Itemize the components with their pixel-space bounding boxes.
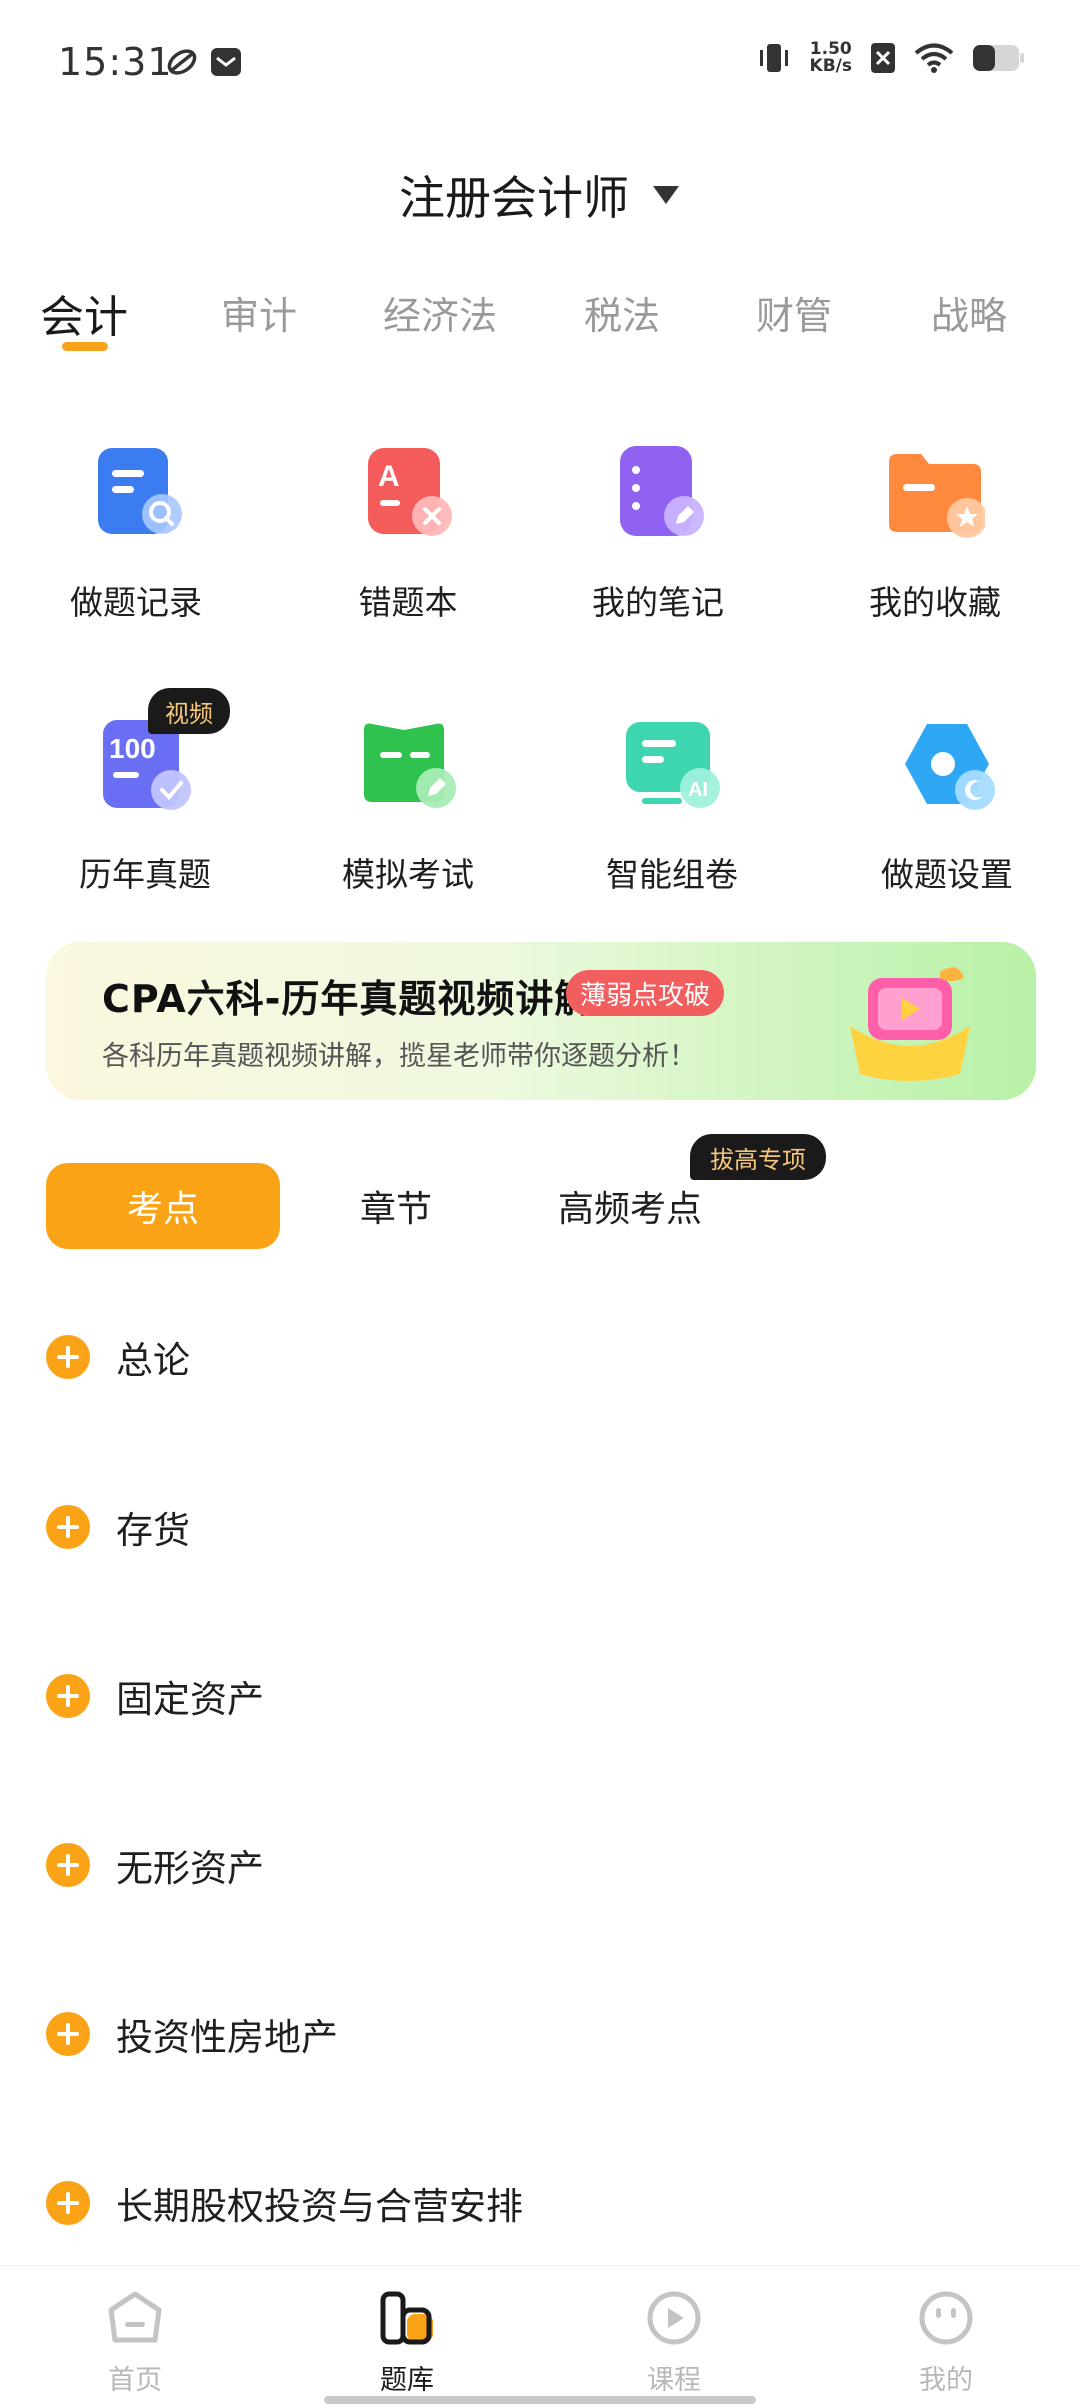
nav-label: 题库 [380, 2365, 434, 2396]
active-tab-indicator [62, 342, 108, 351]
wifi-icon [914, 43, 954, 73]
nav-label: 首页 [108, 2365, 162, 2396]
home-indicator[interactable] [324, 2396, 756, 2404]
tab-strategy[interactable]: 战略 [931, 285, 1007, 340]
vibrate-icon [759, 44, 788, 72]
feature-past-exams[interactable]: 100 历年真题 [30, 716, 260, 896]
profile-icon [919, 2291, 973, 2345]
segment-tab-chapters[interactable]: 章节 [316, 1163, 476, 1249]
feature-label: 历年真题 [79, 855, 211, 894]
tab-tax-law[interactable]: 税法 [584, 285, 660, 340]
advanced-badge: 拔高专项 [690, 1134, 826, 1180]
network-speed: 1.50 KB/s [809, 39, 852, 76]
nav-question-bank[interactable]: 题库 [337, 2288, 477, 2397]
page-title: 注册会计师 [399, 171, 629, 225]
list-item[interactable]: 存货 [46, 1477, 1036, 1577]
list-item[interactable]: 长期股权投资与合营安排 [46, 2153, 1036, 2253]
tab-economic-law[interactable]: 经济法 [383, 285, 497, 340]
settings-hex-icon [905, 724, 995, 810]
tab-financial-management[interactable]: 财管 [756, 285, 832, 340]
topic-label: 存货 [116, 1509, 190, 1552]
nav-home[interactable]: 首页 [65, 2288, 205, 2397]
feature-my-notes[interactable]: 我的笔记 [543, 444, 773, 624]
home-icon [108, 2291, 162, 2343]
nav-label: 我的 [919, 2365, 973, 2396]
topic-label: 无形资产 [116, 1847, 264, 1890]
segment-tab-key-points[interactable]: 考点 [46, 1163, 280, 1249]
feature-wrong-book[interactable]: A 错题本 [293, 444, 523, 624]
feature-label: 我的笔记 [592, 583, 724, 622]
svg-text:A: A [378, 460, 400, 493]
status-bar: 15:31 1.50 KB/s [0, 0, 1080, 130]
sim-off-icon [871, 43, 895, 73]
question-bank-icon [380, 2291, 433, 2345]
wrong-book-icon: A [368, 448, 452, 536]
status-time: 15:31 [58, 40, 173, 84]
svg-text:AI: AI [688, 779, 708, 801]
nav-courses[interactable]: 课程 [604, 2288, 744, 2397]
course-play-icon [647, 2291, 701, 2345]
list-item[interactable]: 总论 [46, 1307, 1036, 1407]
bottom-nav: 首页 题库 课程 我的 [0, 2265, 1080, 2408]
nav-label: 课程 [647, 2365, 701, 2396]
plus-icon[interactable] [46, 1335, 90, 1379]
mock-exam-icon [364, 723, 456, 808]
promo-banner[interactable]: CPA六科-历年真题视频讲解 薄弱点攻破 各科历年真题视频讲解，揽星老师带你逐题… [46, 942, 1036, 1100]
video-badge: 视频 [148, 688, 230, 734]
list-item[interactable]: 投资性房地产 [46, 1984, 1036, 2084]
banner-tag: 薄弱点攻破 [566, 970, 725, 1016]
feature-smart-paper[interactable]: AI 智能组卷 [557, 716, 787, 896]
feature-practice-record[interactable]: 做题记录 [21, 444, 251, 624]
record-search-icon [98, 448, 182, 534]
tab-accounting[interactable]: 会计 [40, 281, 128, 345]
favorite-folder-icon [889, 454, 987, 538]
feature-my-favorites[interactable]: 我的收藏 [820, 444, 1050, 624]
video-gift-illustration [850, 967, 970, 1081]
list-item[interactable]: 固定资产 [46, 1646, 1036, 1746]
subject-tabs: 会计 审计 经济法 税法 财管 战略 [0, 285, 1080, 365]
nav-profile[interactable]: 我的 [876, 2288, 1016, 2397]
topic-label: 固定资产 [116, 1678, 264, 1721]
plus-icon[interactable] [46, 2012, 90, 2056]
topic-label: 总论 [116, 1339, 190, 1382]
feature-label: 做题记录 [70, 583, 202, 622]
battery-icon [973, 45, 1024, 71]
mail-icon [211, 48, 241, 76]
plus-icon[interactable] [46, 1505, 90, 1549]
exam-selector[interactable]: 注册会计师 [0, 160, 1080, 230]
list-item[interactable]: 无形资产 [46, 1815, 1036, 1915]
feature-label: 错题本 [358, 583, 458, 622]
banner-subtitle: 各科历年真题视频讲解，揽星老师带你逐题分析！ [102, 1041, 696, 1072]
svg-text:100: 100 [109, 733, 156, 764]
feature-label: 智能组卷 [606, 855, 738, 894]
plus-icon[interactable] [46, 1674, 90, 1718]
feature-label: 我的收藏 [869, 583, 1001, 622]
topic-label: 投资性房地产 [116, 2016, 338, 2059]
pinwheel-icon [167, 49, 197, 75]
tab-audit[interactable]: 审计 [221, 285, 297, 340]
banner-title: CPA六科-历年真题视频讲解 [102, 977, 594, 1021]
feature-mock-exam[interactable]: 模拟考试 [293, 716, 523, 896]
notes-icon [620, 446, 704, 536]
plus-icon[interactable] [46, 1843, 90, 1887]
feature-label: 做题设置 [881, 855, 1013, 894]
plus-icon[interactable] [46, 2181, 90, 2225]
feature-label: 模拟考试 [342, 855, 474, 894]
triangle-down-icon [653, 186, 679, 204]
ai-paper-icon: AI [626, 722, 720, 808]
topic-label: 长期股权投资与合营安排 [116, 2185, 523, 2228]
feature-practice-settings[interactable]: 做题设置 [832, 716, 1062, 896]
